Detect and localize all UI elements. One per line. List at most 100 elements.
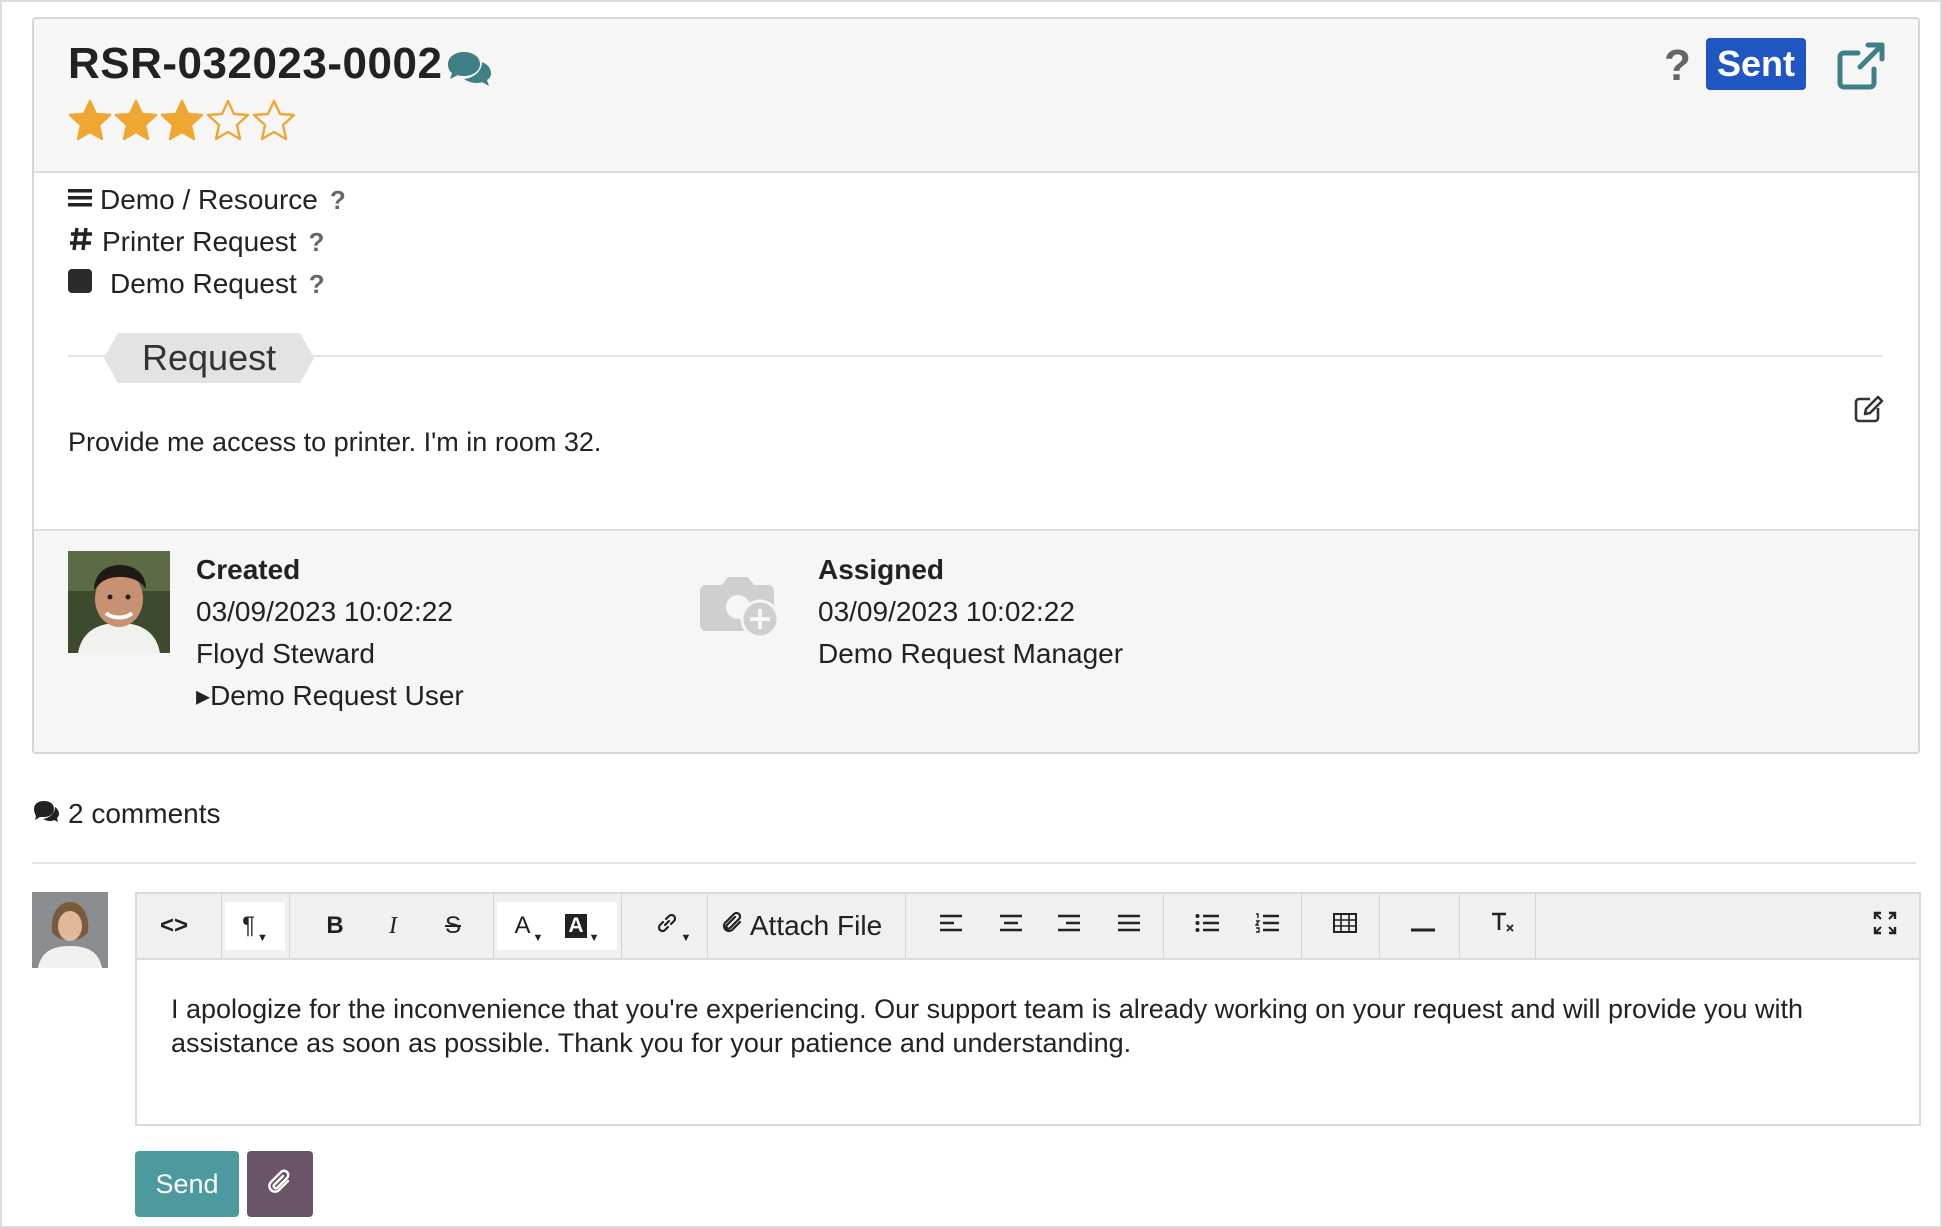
star-filled-icon[interactable] xyxy=(160,99,204,141)
help-icon[interactable]: ? xyxy=(330,185,346,216)
align-right-button[interactable] xyxy=(1051,902,1087,950)
comments-icon xyxy=(32,798,60,830)
service-link[interactable]: Demo Request xyxy=(110,268,297,300)
star-empty-icon[interactable] xyxy=(206,99,250,141)
edit-icon[interactable] xyxy=(1854,395,1884,428)
request-title: RSR-032023-0002 xyxy=(68,39,443,88)
assigned-datetime: 03/09/2023 10:02:22 xyxy=(818,596,1075,627)
section-divider xyxy=(68,355,1882,357)
chevron-down-icon: ▼ xyxy=(588,932,600,944)
numbered-list-button[interactable] xyxy=(1249,902,1285,950)
font-color-button[interactable]: A ▼ xyxy=(514,912,544,944)
help-icon[interactable]: ? xyxy=(1664,41,1691,91)
expand-icon xyxy=(1873,911,1897,942)
type-link[interactable]: Printer Request xyxy=(102,226,297,258)
card-header: RSR-032023-0002 ? Sent xyxy=(34,19,1918,173)
created-label: Created xyxy=(196,554,301,585)
avatar xyxy=(32,892,108,968)
paperclip-icon xyxy=(267,1168,293,1201)
hashtag-icon xyxy=(68,226,94,259)
assigned-user[interactable]: Demo Request Manager xyxy=(818,633,1123,675)
card-footer: Created 03/09/2023 10:02:22 Floyd Stewar… xyxy=(34,529,1918,752)
rating-stars[interactable] xyxy=(68,99,296,141)
strikethrough-button[interactable]: S xyxy=(433,902,473,950)
numbered-list-icon xyxy=(1254,912,1279,940)
created-role[interactable]: ▸Demo Request User xyxy=(196,675,464,717)
camera-plus-icon[interactable] xyxy=(698,569,782,646)
align-justify-button[interactable] xyxy=(1111,902,1147,950)
align-justify-icon xyxy=(1117,912,1141,940)
chevron-down-icon: ▼ xyxy=(257,932,268,944)
request-text: Provide me access to printer. I'm in roo… xyxy=(68,427,602,457)
meta-category: Demo / Resource ? xyxy=(68,183,346,217)
font-color-group: A ▼ A ▼ xyxy=(497,902,617,950)
comment-text-area[interactable]: I apologize for the inconvenience that y… xyxy=(171,992,1891,1060)
chevron-down-icon: ▼ xyxy=(680,932,692,944)
paragraph-style-dropdown[interactable]: ¶ ▼ xyxy=(225,902,285,950)
star-filled-icon[interactable] xyxy=(68,99,112,141)
category-link[interactable]: Demo / Resource xyxy=(100,184,318,216)
request-card: RSR-032023-0002 ? Sent Demo / Resource ?… xyxy=(32,17,1920,754)
comments-count: 2 comments xyxy=(32,798,221,830)
page-frame: RSR-032023-0002 ? Sent Demo / Resource ?… xyxy=(0,0,1942,1228)
bold-button[interactable]: B xyxy=(315,902,355,950)
bars-icon xyxy=(68,184,92,216)
toolbar-separator xyxy=(1379,894,1380,958)
attach-file-label: Attach File xyxy=(749,910,883,941)
toolbar-separator xyxy=(621,894,622,958)
align-center-icon xyxy=(999,912,1023,940)
send-button[interactable]: Send xyxy=(135,1151,239,1217)
toolbar-separator xyxy=(221,894,222,958)
created-role-label: Demo Request User xyxy=(210,680,464,711)
toolbar-separator xyxy=(289,894,290,958)
comment-editor: <> ¶ ▼ B I S A ▼ A ▼ ▼ Attach File I apo… xyxy=(135,892,1921,1126)
horizontal-rule-button[interactable] xyxy=(1403,902,1443,950)
highlight-icon: A xyxy=(565,914,587,938)
background-color-button[interactable]: A ▼ xyxy=(565,914,599,944)
toolbar-separator xyxy=(707,894,708,958)
attach-file-button[interactable]: Attach File xyxy=(715,902,887,950)
comments-divider xyxy=(32,862,1916,864)
align-left-button[interactable] xyxy=(933,902,969,950)
created-datetime: 03/09/2023 10:02:22 xyxy=(196,596,453,627)
help-icon[interactable]: ? xyxy=(309,269,325,300)
assigned-info: Assigned 03/09/2023 10:02:22 Demo Reques… xyxy=(818,549,1123,675)
clear-format-icon xyxy=(1490,911,1516,942)
caret-right-icon: ▸ xyxy=(196,680,211,711)
link-button[interactable]: ▼ xyxy=(643,902,703,950)
table-icon xyxy=(1333,912,1357,940)
align-right-icon xyxy=(1057,912,1081,940)
align-left-icon xyxy=(939,912,963,940)
status-badge: Sent xyxy=(1706,38,1806,90)
table-button[interactable] xyxy=(1325,902,1365,950)
link-icon xyxy=(655,911,679,942)
meta-service: Demo Request ? xyxy=(68,267,325,301)
horizontal-rule-icon xyxy=(1411,912,1435,940)
assigned-label: Assigned xyxy=(818,554,945,585)
clear-format-button[interactable] xyxy=(1483,902,1523,950)
toolbar-separator xyxy=(1163,894,1164,958)
italic-button[interactable]: I xyxy=(373,902,413,950)
meta-type: Printer Request ? xyxy=(68,225,324,259)
code-view-button[interactable]: <> xyxy=(147,902,201,950)
attach-button[interactable] xyxy=(247,1151,313,1217)
comments-count-label: 2 comments xyxy=(68,798,221,829)
created-author[interactable]: Floyd Steward xyxy=(196,633,464,675)
toolbar-separator xyxy=(1459,894,1460,958)
created-info: Created 03/09/2023 10:02:22 Floyd Stewar… xyxy=(196,549,464,717)
fullscreen-button[interactable] xyxy=(1865,902,1905,950)
star-filled-icon[interactable] xyxy=(114,99,158,141)
toolbar-separator xyxy=(1301,894,1302,958)
toolbar-separator xyxy=(493,894,494,958)
external-link-icon[interactable] xyxy=(1834,39,1888,98)
font-color-icon: A xyxy=(514,912,531,939)
comments-icon[interactable] xyxy=(444,48,494,93)
help-icon[interactable]: ? xyxy=(309,227,325,258)
chevron-down-icon: ▼ xyxy=(532,932,544,944)
bullet-list-button[interactable] xyxy=(1189,902,1225,950)
toolbar-separator xyxy=(1535,894,1536,958)
star-empty-icon[interactable] xyxy=(252,99,296,141)
bullet-list-icon xyxy=(1195,912,1219,940)
align-center-button[interactable] xyxy=(993,902,1029,950)
avatar xyxy=(68,551,170,653)
